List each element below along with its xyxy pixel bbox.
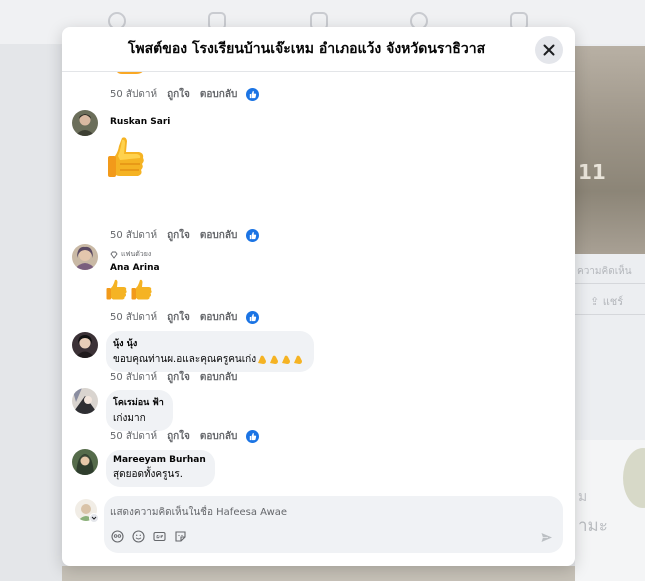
- avatar-image: [72, 449, 98, 475]
- sticker-icon: [174, 530, 186, 542]
- comment-bubble: นุ้ง นุ้ง ขอบคุณท่านผ.อและคุณครูคนเก่ง: [106, 331, 315, 372]
- comment-time[interactable]: 50 สัปดาห์: [110, 370, 157, 385]
- like-reaction-icon: [245, 428, 261, 444]
- modal-header: โพสต์ของ โรงเรียนบ้านเจ๊ะเหม อำเภอแว้ง จ…: [62, 27, 575, 72]
- post-modal: โพสต์ของ โรงเรียนบ้านเจ๊ะเหม อำเภอแว้ง จ…: [62, 27, 575, 566]
- comment-text: สุดยอดทั้งครูนร.: [113, 469, 183, 480]
- like-reaction-icon: [245, 309, 261, 325]
- background-card-text: ม: [578, 489, 588, 505]
- share-icon: ⇪: [590, 295, 600, 308]
- like-reaction-icon: [245, 86, 261, 102]
- comment-time[interactable]: 50 สัปดาห์: [110, 310, 157, 325]
- clapping-hands-emoji: [258, 355, 303, 364]
- comment-text: เก่งมาก: [113, 413, 146, 424]
- comment-bubble: โคเรม่อน ฟ้า เก่งมาก: [106, 390, 173, 431]
- comment-time[interactable]: 50 สัปดาห์: [110, 87, 157, 102]
- like-button[interactable]: ถูกใจ: [167, 370, 190, 385]
- comment-actions: 50 สัปดาห์ ถูกใจ ตอบกลับ: [110, 86, 261, 102]
- two-thumbs-up-sticker: [106, 278, 156, 306]
- comment-input[interactable]: [110, 502, 530, 522]
- avatar-image: [72, 388, 98, 414]
- reply-button[interactable]: ตอบกลับ: [200, 370, 237, 385]
- comment-author[interactable]: Ruskan Sari: [110, 117, 170, 127]
- comment-author[interactable]: Mareeyam Burhan: [113, 455, 206, 465]
- send-icon: [541, 533, 552, 542]
- comment-actions: 50 สัปดาห์ ถูกใจ ตอบกลับ: [110, 369, 245, 385]
- like-button[interactable]: ถูกใจ: [167, 310, 190, 325]
- background-share-label: ⇪ แชร์: [590, 292, 623, 310]
- comment-author[interactable]: Ana Arina: [110, 263, 160, 273]
- gif-icon: [152, 531, 166, 541]
- avatar[interactable]: [72, 388, 98, 414]
- background-divider: [575, 283, 645, 284]
- comment-composer: [62, 489, 575, 566]
- like-button[interactable]: ถูกใจ: [167, 87, 190, 102]
- like-button[interactable]: ถูกใจ: [167, 228, 190, 243]
- comment-bubble: Mareeyam Burhan สุดยอดทั้งครูนร.: [106, 450, 215, 487]
- reply-button[interactable]: ตอบกลับ: [200, 228, 237, 243]
- modal-title: โพสต์ของ โรงเรียนบ้านเจ๊ะเหม อำเภอแว้ง จ…: [127, 41, 486, 57]
- background-photo-number: 11: [578, 160, 606, 184]
- background-left-area: [0, 44, 62, 581]
- background-bottom-photo: [62, 566, 575, 581]
- close-button[interactable]: [535, 36, 563, 64]
- share-text: แชร์: [602, 295, 624, 308]
- top-fan-badge: แฟนตัวยง: [110, 249, 151, 260]
- comments-list[interactable]: 50 สัปดาห์ ถูกใจ ตอบกลับ Ruskan Sari 50 …: [62, 72, 575, 489]
- gif-button[interactable]: [152, 529, 166, 543]
- thumbs-up-sticker-partial: [112, 72, 148, 84]
- background-post-photo: [575, 46, 645, 254]
- avatar-sticker-button[interactable]: [110, 529, 124, 543]
- diamond-icon: [110, 251, 118, 259]
- avatar[interactable]: [72, 449, 98, 475]
- comment-time[interactable]: 50 สัปดาห์: [110, 429, 157, 444]
- sticker-button[interactable]: [173, 529, 187, 543]
- chevron-down-icon: [91, 516, 97, 520]
- comment-actions: 50 สัปดาห์ ถูกใจ ตอบกลับ: [110, 309, 261, 325]
- comment-box: [104, 496, 563, 553]
- comment-text-row: ขอบคุณท่านผ.อและคุณครูคนเก่ง: [113, 352, 305, 367]
- top-fan-label: แฟนตัวยง: [121, 250, 152, 258]
- like-button[interactable]: ถูกใจ: [167, 429, 190, 444]
- close-icon: [543, 44, 555, 56]
- send-button[interactable]: [540, 529, 554, 543]
- background-card-text: ามะ: [578, 516, 608, 536]
- background-divider: [575, 314, 645, 315]
- comment-text: ขอบคุณท่านผ.อและคุณครูคนเก่ง: [113, 354, 257, 365]
- reply-button[interactable]: ตอบกลับ: [200, 310, 237, 325]
- comment-time[interactable]: 50 สัปดาห์: [110, 228, 157, 243]
- avatar-image: [72, 332, 98, 358]
- avatar-image: [72, 244, 98, 270]
- avatar-sticker-icon: [110, 529, 124, 543]
- comment-author[interactable]: นุ้ง นุ้ง: [113, 336, 305, 350]
- comment-author[interactable]: โคเรม่อน ฟ้า: [113, 395, 164, 409]
- background-comment-hint: ความคิดเห็น: [577, 266, 632, 277]
- emoji-icon: [131, 529, 145, 543]
- avatar[interactable]: [72, 110, 98, 136]
- emoji-button[interactable]: [131, 529, 145, 543]
- avatar[interactable]: [72, 332, 98, 358]
- reply-button[interactable]: ตอบกลับ: [200, 429, 237, 444]
- comment-actions: 50 สัปดาห์ ถูกใจ ตอบกลับ: [110, 428, 261, 444]
- avatar[interactable]: [72, 244, 98, 270]
- thumbs-up-sticker: [106, 136, 146, 192]
- composer-tools: [110, 529, 187, 543]
- like-reaction-icon: [245, 227, 261, 243]
- avatar-image: [72, 110, 98, 136]
- reply-button[interactable]: ตอบกลับ: [200, 87, 237, 102]
- profile-switch-chevron[interactable]: [89, 513, 99, 523]
- comment-actions: 50 สัปดาห์ ถูกใจ ตอบกลับ: [110, 227, 261, 243]
